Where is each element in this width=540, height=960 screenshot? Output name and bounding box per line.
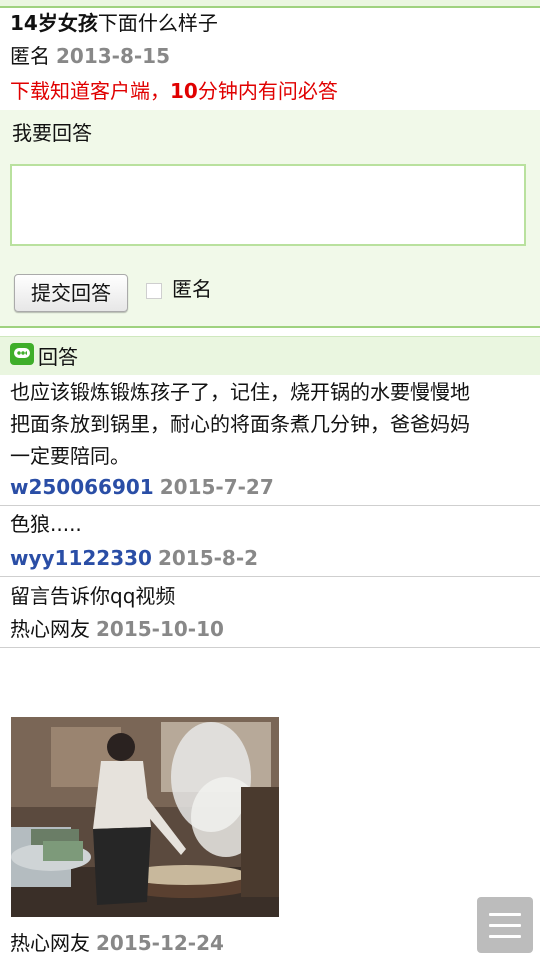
cooking-photo-image	[11, 717, 279, 917]
answer-text: 色狼.....	[10, 512, 82, 536]
answer-form: 我要回答 提交回答 匿名	[0, 110, 540, 328]
answer-meta: wyy1122330 2015-8-2	[10, 545, 258, 571]
answer-meta: 热心网友 2015-12-24	[10, 930, 224, 956]
answer-text-line: 一定要陪同。	[10, 444, 130, 468]
answer-item: 色狼..... wyy1122330 2015-8-2	[0, 506, 540, 577]
top-border	[0, 0, 540, 8]
anonymous-label: 匿名	[172, 277, 212, 301]
answers-header: 回答	[0, 336, 540, 375]
submit-answer-button[interactable]: 提交回答	[14, 274, 128, 312]
answer-textarea[interactable]	[10, 164, 526, 246]
answer-item: 也应该锻炼锻炼孩子了，记住，烧开锅的水要慢慢地 把面条放到锅里，耐心的将面条煮几…	[0, 374, 540, 506]
answer-user-link[interactable]: w250066901	[10, 475, 154, 499]
answer-text: 留言告诉你qq视频	[10, 584, 176, 608]
answer-text-line: 把面条放到锅里，耐心的将面条煮几分钟，爸爸妈妈	[10, 412, 470, 436]
answer-user-link[interactable]: wyy1122330	[10, 546, 152, 570]
answer-meta: 热心网友 2015-10-10	[10, 616, 224, 642]
answer-date: 2015-10-10	[96, 617, 224, 641]
answer-meta: w250066901 2015-7-27	[10, 474, 274, 500]
answer-photo[interactable]	[11, 717, 279, 917]
answers-title: 回答	[38, 345, 78, 369]
answer-item: 热心网友 2015-12-24	[0, 928, 540, 960]
anonymous-checkbox[interactable]	[146, 283, 162, 299]
answer-text-line: 也应该锻炼锻炼孩子了，记住，烧开锅的水要慢慢地	[10, 380, 470, 404]
answer-user: 热心网友	[10, 931, 90, 955]
answer-text: 也应该锻炼锻炼孩子了，记住，烧开锅的水要慢慢地 把面条放到锅里，耐心的将面条煮几…	[10, 376, 530, 472]
answer-date: 2015-7-27	[159, 475, 274, 499]
promo-text-2: 分钟内有问必答	[197, 79, 338, 103]
answer-date: 2015-8-2	[157, 546, 259, 570]
answer-form-label: 我要回答	[12, 121, 92, 145]
question-title-bold: 14岁女孩	[10, 11, 98, 35]
question-author: 匿名	[10, 44, 50, 68]
question-title: 14岁女孩下面什么样子	[10, 10, 218, 36]
answer-user: 热心网友	[10, 617, 90, 641]
promo-number: 10	[170, 79, 198, 103]
question-date: 2013-8-15	[56, 44, 171, 68]
menu-button[interactable]	[477, 897, 533, 953]
answer-date: 2015-12-24	[96, 931, 224, 955]
promo-text-1: 下载知道客户端，	[10, 79, 170, 103]
download-app-link[interactable]: 下载知道客户端，10分钟内有问必答	[10, 78, 338, 104]
question-title-rest: 下面什么样子	[97, 11, 218, 35]
answer-item: 留言告诉你qq视频 热心网友 2015-10-10	[0, 577, 540, 648]
question-meta: 匿名 2013-8-15	[10, 43, 170, 69]
chat-bubble-icon	[10, 343, 34, 365]
